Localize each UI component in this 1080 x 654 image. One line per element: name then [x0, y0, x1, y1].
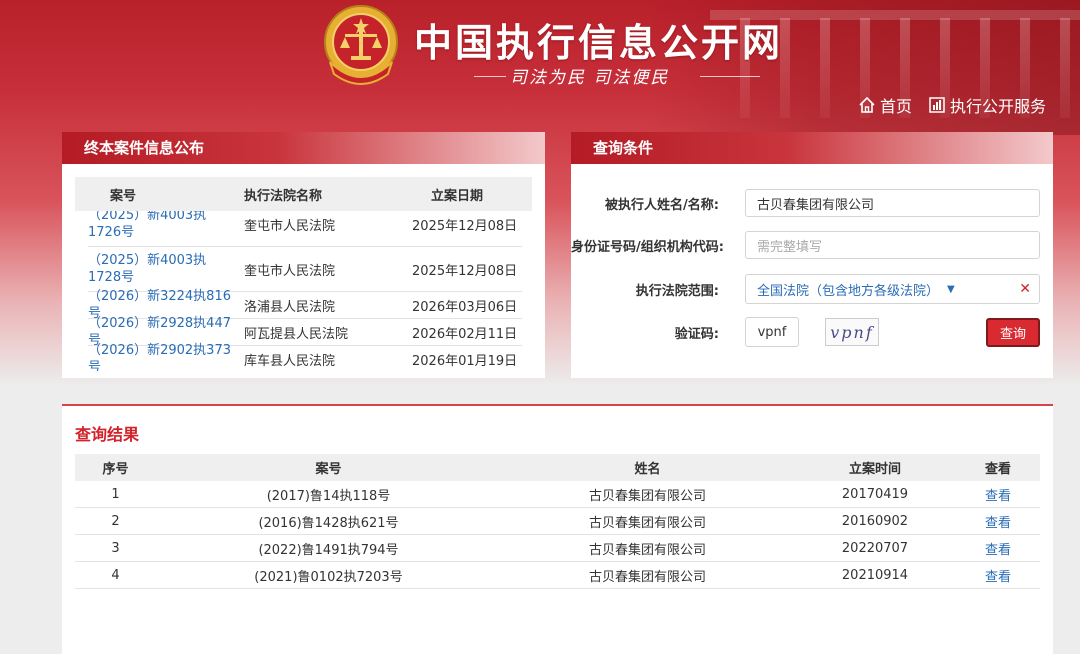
case-date: 2025年12月08日	[412, 263, 518, 279]
top-nav: 首页 执行公开服务	[858, 93, 1046, 117]
court-range-value: 全国法院（包含地方各级法院）	[757, 283, 940, 299]
home-icon	[859, 96, 875, 113]
row-case-no: (2017)鲁14执118号	[266, 488, 391, 504]
list-item[interactable]: （2025）新4003执1726号 奎屯市人民法院 2025年12月08日	[88, 211, 522, 247]
list-item[interactable]: （2025）新4003执1728号 奎屯市人民法院 2025年12月08日	[88, 247, 522, 292]
row-index: 2	[111, 513, 120, 529]
slogan-divider-left	[474, 76, 506, 77]
view-link[interactable]: 查看	[956, 539, 1040, 558]
captcha-image[interactable]: vpnf	[825, 318, 879, 346]
col-view: 查看	[984, 462, 1011, 477]
terminated-cases-list[interactable]: （2025）新4003执1726号 奎屯市人民法院 2025年12月08日 （2…	[88, 211, 522, 371]
row-case-no: (2021)鲁0102执7203号	[254, 569, 403, 585]
court-name: 奎屯市人民法院	[244, 263, 336, 279]
row-name: 古贝春集团有限公司	[588, 542, 706, 558]
court-name: 库车县人民法院	[244, 353, 336, 369]
query-conditions-title: 查询条件	[571, 132, 1053, 164]
court-range-label: 执行法院范围:	[635, 283, 719, 299]
row-case-no: (2016)鲁1428执621号	[258, 515, 399, 531]
slogan: 司法为民 司法便民	[510, 68, 670, 88]
list-item[interactable]: （2026）新2902执373号 库车县人民法院 2026年01月19日	[88, 343, 522, 371]
view-link[interactable]: 查看	[956, 566, 1040, 585]
case-link[interactable]: （2025）新4003执1728号	[88, 252, 238, 286]
case-date: 2026年03月06日	[412, 299, 518, 315]
col-index: 序号	[102, 462, 129, 477]
court-name: 奎屯市人民法院	[244, 218, 336, 234]
col-court: 执行法院名称	[243, 188, 322, 204]
court-range-select[interactable]: 全国法院（包含地方各级法院） ▼ ✕	[745, 274, 1040, 304]
row-name: 古贝春集团有限公司	[588, 569, 706, 585]
row-date: 20160902	[841, 513, 909, 529]
case-link[interactable]: （2026）新2902执373号	[88, 342, 238, 371]
view-link[interactable]: 查看	[956, 485, 1040, 504]
nav-enforcement-service-label: 执行公开服务	[949, 97, 1046, 116]
row-name: 古贝春集团有限公司	[588, 515, 706, 531]
col-case-no: 案号	[315, 462, 342, 477]
caret-down-icon: ▼	[947, 283, 955, 295]
case-date: 2026年02月11日	[412, 326, 518, 342]
row-date: 20220707	[841, 540, 909, 556]
captcha-label: 验证码:	[674, 326, 719, 342]
col-filing-date: 立案时间	[848, 462, 901, 477]
case-date: 2026年01月19日	[412, 353, 518, 369]
name-input[interactable]: 古贝春集团有限公司	[745, 189, 1040, 217]
terminated-cases-title: 终本案件信息公布	[62, 132, 545, 164]
row-case-no: (2022)鲁1491执794号	[258, 542, 399, 558]
id-label: 身份证号码/组织机构代码:	[571, 239, 724, 255]
name-label: 被执行人姓名/名称:	[605, 197, 719, 213]
nav-enforcement-service[interactable]: 执行公开服务	[928, 93, 1046, 117]
table-row: 1 (2017)鲁14执118号 古贝春集团有限公司 20170419 查看	[75, 481, 1040, 508]
table-row: 3 (2022)鲁1491执794号 古贝春集团有限公司 20220707 查看	[75, 535, 1040, 562]
nav-home[interactable]: 首页	[858, 93, 912, 117]
court-name: 阿瓦提县人民法院	[244, 326, 349, 342]
results-header: 序号 案号 姓名 立案时间 查看	[75, 454, 1040, 481]
col-case-no: 案号	[109, 188, 136, 204]
col-name: 姓名	[634, 462, 661, 477]
clear-icon[interactable]: ✕	[1019, 281, 1031, 297]
row-index: 1	[111, 486, 120, 502]
row-date: 20210914	[841, 567, 909, 583]
terminated-cases-header: 案号 执行法院名称 立案日期	[75, 177, 532, 211]
col-date: 立案日期	[430, 188, 483, 204]
view-link[interactable]: 查看	[956, 512, 1040, 531]
table-row: 2 (2016)鲁1428执621号 古贝春集团有限公司 20160902 查看	[75, 508, 1040, 535]
id-input[interactable]: 需完整填写	[745, 231, 1040, 259]
captcha-input[interactable]: vpnf	[745, 317, 799, 347]
row-date: 20170419	[841, 486, 909, 502]
query-conditions-panel: 查询条件 被执行人姓名/名称: 古贝春集团有限公司 身份证号码/组织机构代码: …	[571, 132, 1053, 378]
name-row: 被执行人姓名/名称: 古贝春集团有限公司	[571, 189, 1053, 217]
case-date: 2025年12月08日	[412, 218, 518, 234]
site-title: 中国执行信息公开网	[414, 21, 784, 65]
nav-home-label: 首页	[879, 97, 912, 116]
chart-icon	[929, 97, 945, 113]
captcha-row: 验证码: vpnf vpnf 查询	[571, 317, 1053, 347]
slogan-divider-right	[700, 76, 760, 77]
row-name: 古贝春集团有限公司	[588, 488, 706, 504]
court-name: 洛浦县人民法院	[244, 299, 336, 315]
row-index: 3	[111, 540, 120, 556]
results-panel: 查询结果 序号 案号 姓名 立案时间 查看 1 (2017)鲁14执118号 古…	[62, 404, 1053, 654]
court-emblem-icon	[324, 5, 398, 85]
id-row: 身份证号码/组织机构代码: 需完整填写	[571, 231, 1053, 259]
query-button[interactable]: 查询	[986, 317, 1040, 347]
results-title: 查询结果	[75, 425, 140, 444]
row-index: 4	[111, 567, 120, 583]
results-table: 序号 案号 姓名 立案时间 查看 1 (2017)鲁14执118号 古贝春集团有…	[75, 454, 1040, 589]
court-range-row: 执行法院范围: 全国法院（包含地方各级法院） ▼ ✕	[571, 274, 1053, 304]
table-row: 4 (2021)鲁0102执7203号 古贝春集团有限公司 20210914 查…	[75, 562, 1040, 589]
case-link[interactable]: （2025）新4003执1726号	[88, 211, 238, 241]
terminated-cases-panel: 终本案件信息公布 案号 执行法院名称 立案日期 （2025）新4003执1726…	[62, 132, 545, 378]
